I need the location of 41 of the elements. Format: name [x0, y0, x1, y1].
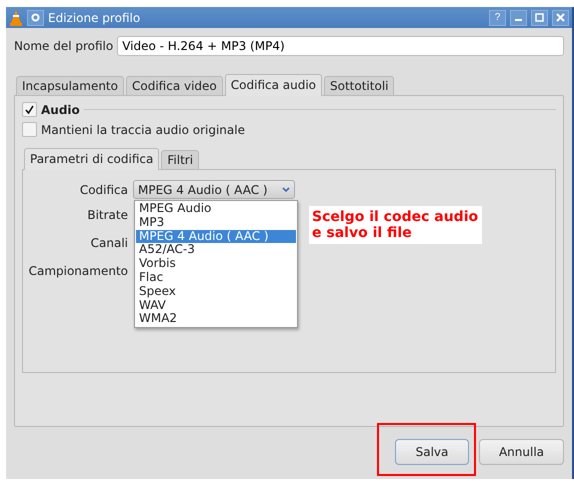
window-title: Edizione profilo [48, 10, 142, 24]
tab[interactable]: Parametri di codifica [24, 148, 160, 170]
keep-original-label: Mantieni la traccia audio originale [41, 122, 245, 136]
maximize-button[interactable] [531, 10, 548, 26]
field-label: Codifica [78, 182, 128, 196]
audio-group-label: Audio [41, 102, 80, 116]
close-button[interactable] [552, 10, 569, 26]
checkmark-icon [25, 105, 34, 114]
ring-icon [31, 13, 40, 22]
tab[interactable]: Codifica audio [224, 74, 322, 96]
traffic-cone-icon [9, 10, 23, 26]
dropdown-option[interactable]: MPEG Audio [136, 202, 296, 216]
menu-button[interactable] [27, 10, 44, 26]
keep-original-checkbox[interactable] [22, 122, 37, 137]
dropdown-option[interactable]: A52/AC-3 [136, 243, 296, 258]
dropdown-option[interactable]: Flac [136, 270, 296, 285]
tab[interactable]: Codifica video [126, 76, 223, 96]
maximize-icon [535, 13, 544, 22]
tab[interactable]: Sottotitoli [324, 76, 394, 96]
codec-dropdown[interactable]: MPEG 4 Audio ( AAC ) [133, 180, 295, 199]
caret-icon [282, 186, 290, 192]
annotation-text: Scelgo il codec audio [312, 209, 478, 225]
dropdown-option[interactable]: MPEG 4 Audio ( AAC ) [136, 230, 296, 244]
tab[interactable]: Filtri [161, 150, 200, 170]
dropdown-option[interactable]: Speex [136, 284, 296, 299]
minimize-button[interactable] [510, 10, 527, 26]
dropdown-option[interactable]: MP3 [136, 216, 296, 230]
profile-name-field[interactable]: Video - H.264 + MP3 (MP4) [117, 36, 564, 56]
tab[interactable]: Incapsulamento [16, 76, 124, 96]
dropdown-option[interactable]: WMA2 [136, 312, 296, 326]
cancel-button[interactable]: Annulla [479, 439, 564, 465]
field-label: Campionamento [28, 264, 128, 278]
field-label: Bitrate [86, 208, 128, 222]
annotation-text: e salvo il file [312, 225, 413, 241]
profile-name-label: Nome del profilo [14, 39, 114, 53]
save-button[interactable]: Salva [395, 439, 469, 465]
dropdown-option[interactable]: Vorbis [136, 257, 296, 271]
audio-checkbox[interactable] [22, 102, 37, 117]
field-label: Canali [90, 236, 128, 250]
close-icon [556, 13, 565, 22]
dropdown-option[interactable]: WAV [136, 298, 296, 312]
